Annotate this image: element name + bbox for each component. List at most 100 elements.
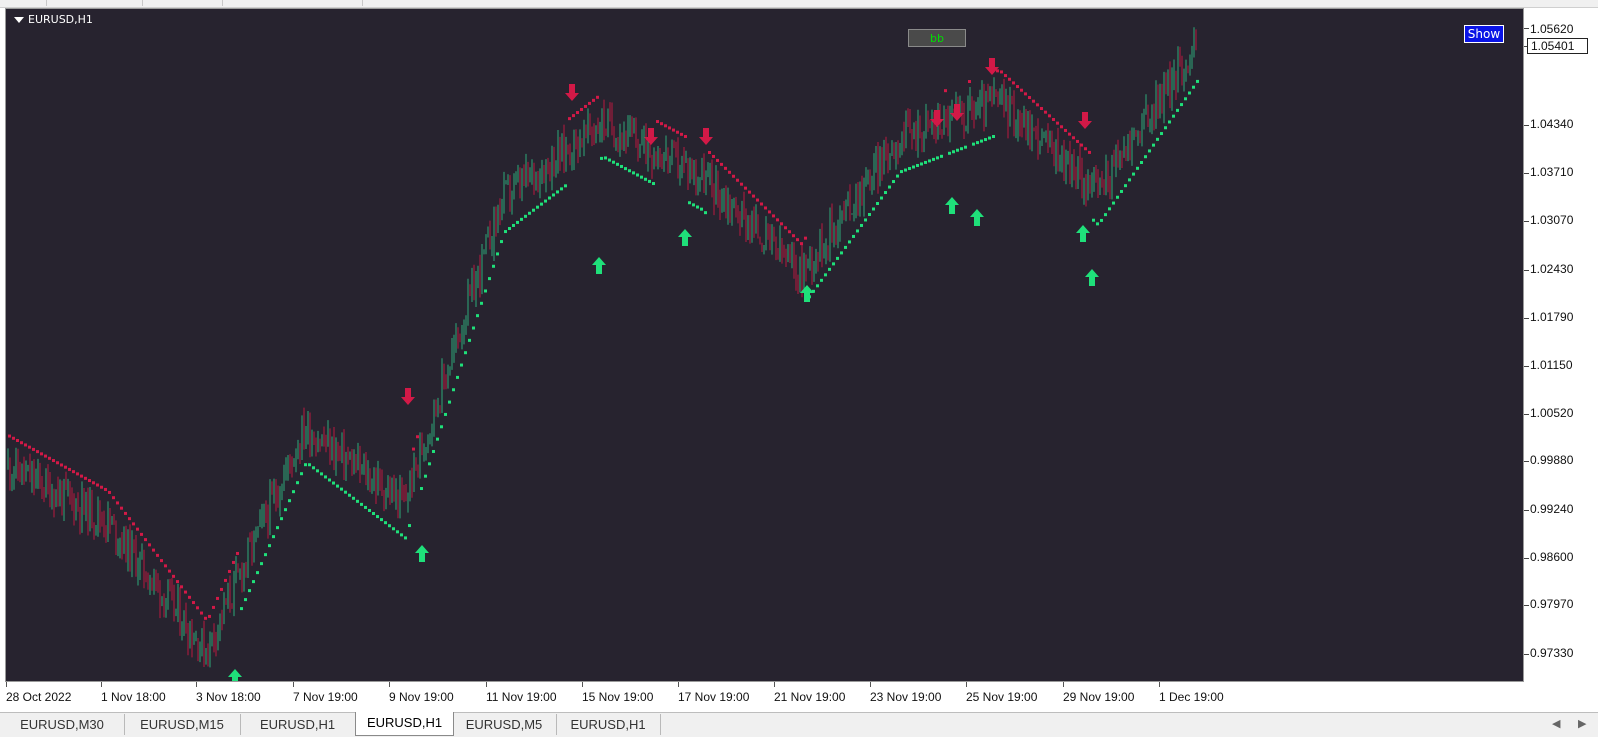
- price-tick-label: 0.97970: [1530, 597, 1574, 611]
- trail-dot: [472, 326, 475, 330]
- trail-dot: [180, 585, 183, 589]
- trail-dot: [468, 338, 471, 342]
- trail-dot: [136, 527, 139, 531]
- trail-dot: [1168, 120, 1171, 124]
- trail-dot: [1108, 207, 1111, 211]
- chart-tab[interactable]: EURUSD,M15: [124, 714, 241, 735]
- trail-dot: [480, 301, 483, 305]
- trail-dot: [552, 193, 555, 197]
- time-tick-label: 25 Nov 19:00: [966, 690, 1038, 704]
- chart-tab[interactable]: EURUSD,M30: [0, 714, 125, 735]
- price-tick-label: 1.03710: [1530, 165, 1574, 179]
- trail-dot: [1040, 107, 1043, 111]
- trail-dot: [1036, 103, 1039, 107]
- trail-dot: [600, 156, 603, 160]
- trail-dot: [740, 182, 743, 186]
- scroll-right-icon[interactable]: ▶: [1578, 717, 1586, 730]
- trail-dot: [168, 569, 171, 573]
- price-tick-mark: [1524, 28, 1529, 29]
- time-tick-mark: [774, 682, 775, 687]
- price-chart[interactable]: EURUSD,H1 bb Show: [5, 8, 1524, 682]
- trail-dot: [932, 157, 935, 161]
- trail-dot: [72, 470, 75, 474]
- trail-dot: [696, 205, 699, 209]
- price-tick-mark: [1524, 654, 1529, 655]
- trail-dot: [564, 184, 567, 188]
- trail-dot: [1156, 137, 1159, 141]
- trail-dot: [956, 148, 959, 152]
- trail-dot: [872, 207, 875, 211]
- chart-svg: [7, 27, 1199, 681]
- trail-dot: [328, 478, 331, 482]
- trail-dot: [148, 543, 151, 547]
- bb-button[interactable]: bb: [908, 29, 966, 47]
- trail-dot: [1144, 155, 1147, 159]
- trail-dot: [100, 485, 103, 489]
- trail-dot: [280, 517, 283, 521]
- chart-title[interactable]: EURUSD,H1: [14, 13, 93, 26]
- trail-dot: [1008, 77, 1011, 81]
- chart-tab[interactable]: EURUSD,M5: [452, 714, 557, 735]
- trail-dot: [352, 496, 355, 500]
- trail-dot: [24, 443, 27, 447]
- trail-dot: [376, 515, 379, 519]
- buy-arrow-icon: [945, 197, 959, 214]
- scroll-left-icon[interactable]: ◀: [1552, 717, 1560, 730]
- trail-dot: [368, 508, 371, 512]
- trail-dot: [916, 163, 919, 167]
- chart-tab[interactable]: EURUSD,H1: [240, 714, 356, 735]
- buy-arrow-icon: [1085, 269, 1099, 286]
- trail-dot: [172, 574, 175, 578]
- trail-dot: [880, 196, 883, 200]
- trail-dot: [396, 530, 399, 534]
- trail-dot: [824, 273, 827, 277]
- trail-dot: [648, 179, 651, 183]
- time-tick-label: 1 Nov 18:00: [101, 690, 166, 704]
- trail-dot: [196, 606, 199, 610]
- time-tick-label: 9 Nov 19:00: [389, 690, 454, 704]
- sell-arrow-icon: [985, 58, 999, 75]
- trail-dot: [80, 474, 83, 478]
- trail-dot: [120, 506, 123, 510]
- trail-dot: [604, 156, 607, 160]
- trail-dot: [592, 98, 595, 102]
- trail-dot: [240, 607, 243, 611]
- trail-dot: [596, 95, 599, 99]
- trail-dot: [1184, 97, 1187, 101]
- trail-dot: [580, 107, 583, 111]
- price-tick-mark: [1524, 414, 1529, 415]
- trail-dot: [1000, 70, 1003, 74]
- trail-dot: [332, 481, 335, 485]
- trail-dot: [852, 234, 855, 238]
- time-tick-label: 17 Nov 19:00: [678, 690, 750, 704]
- trail-dot: [1004, 74, 1007, 78]
- trail-dot: [644, 177, 647, 181]
- chart-tab[interactable]: EURUSD,H1: [355, 712, 454, 736]
- trail-dot: [804, 236, 807, 240]
- trail-dot: [768, 210, 771, 214]
- trail-dot: [676, 130, 679, 134]
- trail-dot: [1012, 81, 1015, 85]
- price-tick-label: 0.98600: [1530, 550, 1574, 564]
- sell-arrow-icon: [699, 128, 713, 145]
- current-price-label: 1.05401: [1527, 38, 1588, 54]
- time-tick-mark: [1159, 682, 1160, 687]
- trail-dot: [556, 190, 559, 194]
- trail-dot: [672, 128, 675, 132]
- trail-dot: [512, 223, 515, 227]
- trail-dot: [728, 170, 731, 174]
- trail-dot: [536, 205, 539, 209]
- dropdown-triangle-icon[interactable]: [14, 16, 24, 23]
- trail-dot: [584, 104, 587, 108]
- toolbar-segment: [142, 0, 223, 6]
- chart-tab[interactable]: EURUSD,H1: [556, 714, 661, 735]
- price-scale[interactable]: [1524, 8, 1598, 688]
- trail-dot: [292, 490, 295, 494]
- trail-dot: [220, 587, 223, 591]
- trail-dot: [660, 122, 663, 126]
- trail-dot: [316, 469, 319, 473]
- show-button[interactable]: Show: [1464, 25, 1504, 43]
- time-tick-mark: [1063, 682, 1064, 687]
- trail-dot: [820, 278, 823, 282]
- price-tick-mark: [1524, 605, 1529, 606]
